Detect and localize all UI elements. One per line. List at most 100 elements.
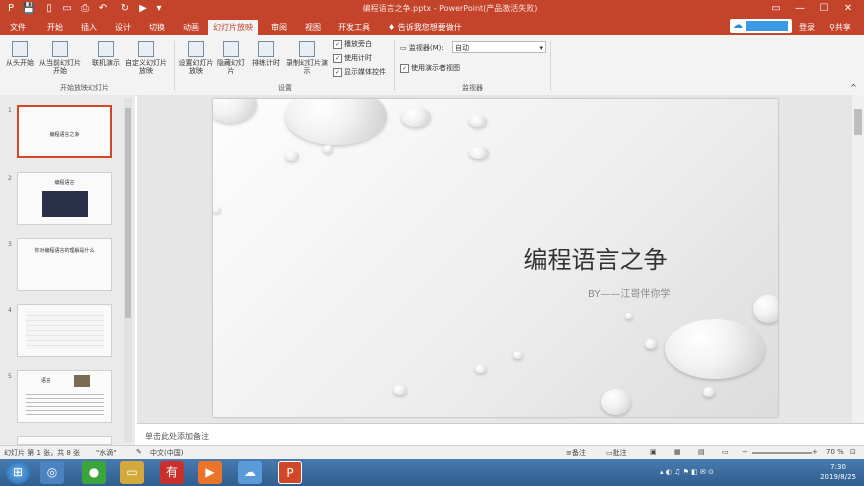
tab-developer[interactable]: 开发工具 <box>332 20 376 35</box>
monitor-label-wrap: ▭ 监视器(M): <box>400 43 444 53</box>
thumbnail-scrollbar[interactable] <box>124 98 132 442</box>
system-clock[interactable]: 7:30 2019/8/25 <box>820 462 856 482</box>
zoom-slider[interactable] <box>752 452 812 454</box>
tab-insert[interactable]: 插入 <box>74 20 104 35</box>
print-icon[interactable]: ⎙ <box>78 2 92 16</box>
tell-me-search[interactable]: ♦ 告诉我您想要做什么... <box>388 20 476 47</box>
cloud-app-icon[interactable]: ☁ <box>238 461 262 484</box>
use-timings-label: 使用计时 <box>344 54 372 62</box>
powerpoint-taskbar-icon[interactable]: P <box>278 461 302 484</box>
custom-slideshow-button[interactable]: 自定义幻灯片放映 <box>122 41 170 75</box>
open-file-icon[interactable]: ▭ <box>60 2 74 16</box>
tab-review[interactable]: 审阅 <box>264 20 294 35</box>
thumbnail-title: 你对编程语言的理解是什么 <box>34 248 95 254</box>
collapse-ribbon-icon[interactable]: ^ <box>850 83 857 92</box>
record-icon <box>299 41 315 57</box>
notes-pane[interactable]: 单击此处添加备注 <box>137 423 864 446</box>
zoom-in-icon[interactable]: + <box>812 448 818 456</box>
notes-label: 备注 <box>571 449 586 457</box>
from-current-button[interactable]: 从当前幻灯片开始 <box>38 41 82 75</box>
water-drop <box>703 387 715 397</box>
app-360-icon[interactable]: ● <box>82 461 106 484</box>
status-bar: 幻灯片 第 1 张，共 8 张 "水滴" ✎ 中文(中国) ≡备注 ▭批注 ▣ … <box>0 445 864 460</box>
spellcheck-icon[interactable]: ✎ <box>136 448 142 456</box>
slide-thumbnail[interactable]: 你对编程语言的理解是什么 <box>17 238 112 291</box>
tab-file[interactable]: 文件 <box>4 20 32 35</box>
normal-view-icon[interactable]: ▣ <box>650 448 657 456</box>
current-slide[interactable]: 编程语言之争 BY——江哥伴你学 <box>213 99 778 417</box>
use-timings-checkbox[interactable]: ✓ 使用计时 <box>333 53 372 63</box>
slide-title[interactable]: 编程语言之争 <box>213 240 778 275</box>
slideshow-view-icon[interactable]: ▭ <box>722 448 729 456</box>
start-group-label: 开始放映幻灯片 <box>60 84 109 92</box>
slide-thumbnail[interactable] <box>17 436 112 445</box>
scroll-thumb[interactable] <box>125 108 131 318</box>
play-narration-checkbox[interactable]: ✓ 播放旁白 <box>333 39 372 49</box>
tab-slide-show[interactable]: 幻灯片放映 <box>208 20 258 35</box>
zoom-out-icon[interactable]: − <box>742 448 748 456</box>
tab-view[interactable]: 视图 <box>298 20 328 35</box>
media-player-icon[interactable]: ▶ <box>198 461 222 484</box>
windows-taskbar: ⊞ ◎ ● ▭ 有 ▶ ☁ P ▴ ◐ ♫ ⚑ ◧ ✉ ⊙ 7:30 2019/… <box>0 459 864 486</box>
browser-icon[interactable]: ◎ <box>40 461 64 484</box>
slide-thumbnail[interactable] <box>17 304 112 357</box>
record-label: 录制幻灯片演示 <box>286 59 328 75</box>
online-present-button[interactable]: 联机演示 <box>86 41 126 67</box>
window-title: 编程语言之争.pptx - PowerPoint(产品激活失败) <box>362 4 538 13</box>
language-indicator[interactable]: 中文(中国) <box>150 448 183 458</box>
slide-thumbnail[interactable]: 编程语言之争 <box>17 105 112 158</box>
custom-slideshow-label: 自定义幻灯片放映 <box>125 59 167 75</box>
minimize-icon[interactable]: — <box>790 1 810 17</box>
close-icon[interactable]: ✕ <box>838 1 858 17</box>
zoom-level[interactable]: 70 % <box>826 448 844 456</box>
login-link[interactable]: 登录 <box>796 20 818 35</box>
maximize-icon[interactable]: ☐ <box>814 1 834 17</box>
slide-thumbnail[interactable]: 编程语言 <box>17 172 112 225</box>
slide-subtitle[interactable]: BY——江哥伴你学 <box>588 285 670 300</box>
scroll-thumb[interactable] <box>854 109 862 135</box>
monitor-select[interactable]: 自动 ▾ <box>452 41 546 53</box>
show-media-controls-checkbox[interactable]: ✓ 显示媒体控件 <box>333 67 386 77</box>
new-file-icon[interactable]: ▯ <box>42 2 56 16</box>
rehearse-timings-button[interactable]: 排练计时 <box>248 41 284 67</box>
water-drop <box>475 365 487 373</box>
ribbon-tabs: 文件 开始 插入 设计 切换 动画 幻灯片放映 审阅 视图 开发工具 ♦ 告诉我… <box>0 18 864 47</box>
tab-home[interactable]: 开始 <box>40 20 70 35</box>
lightbulb-icon: ♦ <box>388 23 398 32</box>
slide-number: 1 <box>8 107 12 114</box>
redo-icon[interactable]: ↻ <box>118 2 132 16</box>
presenter-view-checkbox[interactable]: ✓ 使用演示者视图 <box>400 63 460 73</box>
water-drop <box>393 385 407 395</box>
file-explorer-icon[interactable]: ▭ <box>120 461 144 484</box>
cloud-sync-button[interactable]: ☁ <box>730 19 792 33</box>
start-button[interactable]: ⊞ <box>6 461 30 484</box>
fit-to-window-icon[interactable]: ⊡ <box>850 448 856 456</box>
tray-icons[interactable]: ▴ ◐ ♫ ⚑ ◧ ✉ ⊙ <box>660 468 714 476</box>
comment-icon: ▭ <box>606 449 613 457</box>
comments-label: 批注 <box>612 449 627 457</box>
tab-animations[interactable]: 动画 <box>176 20 206 35</box>
record-slideshow-button[interactable]: 录制幻灯片演示 <box>284 41 330 75</box>
start-slideshow-qat-icon[interactable]: ▶ <box>136 2 150 16</box>
setup-slideshow-button[interactable]: 设置幻灯片放映 <box>176 41 216 75</box>
from-beginning-button[interactable]: 从头开始 <box>2 41 38 67</box>
ribbon-display-icon[interactable]: ▭ <box>766 1 786 17</box>
group-divider <box>174 41 175 91</box>
reading-view-icon[interactable]: ▤ <box>698 448 705 456</box>
tab-transitions[interactable]: 切换 <box>142 20 172 35</box>
tab-design[interactable]: 设计 <box>108 20 138 35</box>
comments-toggle[interactable]: ▭批注 <box>606 448 627 458</box>
notes-toggle[interactable]: ≡备注 <box>566 448 586 458</box>
water-drop <box>323 145 333 153</box>
water-drop <box>469 147 489 159</box>
hide-slide-button[interactable]: 隐藏幻灯片 <box>216 41 246 75</box>
customize-qat-icon[interactable]: ▾ <box>152 2 166 16</box>
save-icon[interactable]: 💾 <box>22 2 36 16</box>
undo-icon[interactable]: ↶ <box>96 2 110 16</box>
slide-sorter-icon[interactable]: ▦ <box>674 448 681 456</box>
slide-thumbnail[interactable]: 语言 <box>17 370 112 423</box>
online-present-label: 联机演示 <box>92 59 120 67</box>
share-button[interactable]: ⚲共享 <box>822 20 858 35</box>
youdao-icon[interactable]: 有 <box>160 461 184 484</box>
editor-scrollbar[interactable] <box>852 95 864 423</box>
